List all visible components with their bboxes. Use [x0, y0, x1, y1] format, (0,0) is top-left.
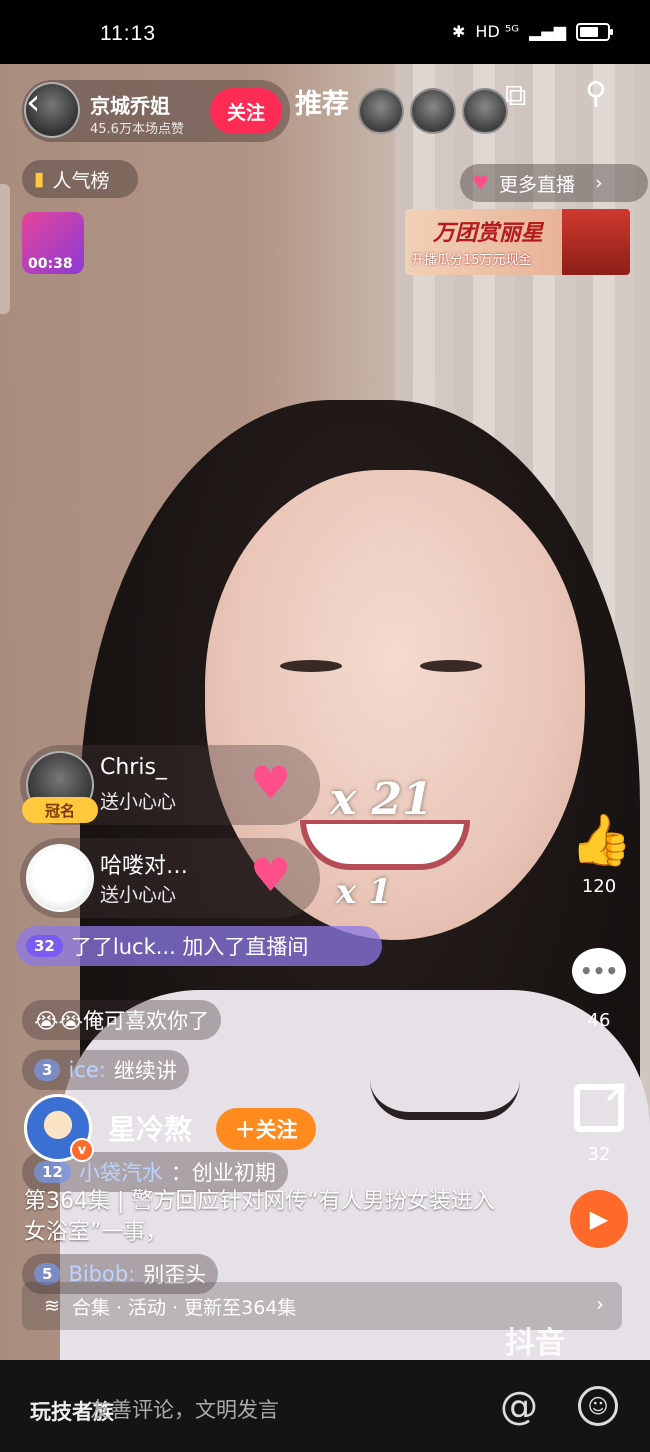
more-live-label: 更多直播	[499, 173, 576, 196]
search-icon[interactable]: ⚲	[585, 76, 607, 111]
heart-gift-icon: ♥	[250, 756, 292, 810]
follow-host-button[interactable]: 关注	[210, 88, 282, 134]
chat-text: 继续讲	[113, 1059, 177, 1083]
host-name[interactable]: 京城乔姐	[90, 90, 170, 119]
back-arrow-icon[interactable]: ‹	[26, 82, 40, 123]
viewer-avatar[interactable]	[410, 88, 456, 134]
douyin-watermark: 抖音	[505, 1326, 565, 1361]
like-count: 120	[581, 876, 617, 897]
comment-bubble-icon[interactable]: •••	[572, 948, 626, 994]
user-level-badge: 12	[34, 1161, 71, 1183]
comment-input[interactable]: 友善评论，文明发言	[90, 1394, 279, 1424]
share-icon[interactable]	[574, 1076, 628, 1132]
minimize-window-icon[interactable]: ⧉	[505, 78, 526, 113]
gift-timer: 00:38	[28, 256, 73, 272]
author-name[interactable]: 星冷熬	[108, 1108, 192, 1148]
gift-multiplier: x 21	[330, 774, 433, 825]
follow-author-button[interactable]: ＋关注	[216, 1108, 316, 1150]
heart-icon: ♥	[472, 172, 490, 194]
share-action[interactable]: 32	[570, 1076, 628, 1165]
clock: 11:13	[100, 22, 156, 45]
chat-username[interactable]: 小袋汽水	[79, 1157, 163, 1187]
status-icons: ✱ HD ⁵ᴳ ▂▄▆	[452, 22, 613, 41]
streamer-smile	[300, 820, 470, 870]
chevron-right-icon: ›	[596, 1292, 604, 1316]
comment-bar: 玩技者族 友善评论，文明发言 @ ☺	[0, 1360, 650, 1452]
tab-recommend[interactable]: 推荐	[295, 82, 349, 121]
user-level-badge: 3	[34, 1059, 61, 1081]
popularity-ranking[interactable]: ▮ 人气榜	[22, 160, 138, 198]
chat-text: 😭😭俺可喜欢你了	[34, 1009, 210, 1033]
layers-icon: ≋	[44, 1295, 60, 1317]
user-avatar[interactable]	[26, 844, 94, 912]
viewer-avatar[interactable]	[358, 88, 404, 134]
gift-action: 送小心心	[100, 791, 177, 813]
host-like-count: 45.6万本场点赞	[90, 122, 184, 137]
banner-subtitle: 开播瓜分15万元现金	[411, 253, 532, 268]
chat-message: 😭😭俺可喜欢你了	[22, 1000, 222, 1040]
thumbs-up-icon[interactable]: 👍	[570, 812, 632, 868]
chat-message: 3 ice: 继续讲	[22, 1050, 189, 1090]
viewer-avatar[interactable]	[462, 88, 508, 134]
event-banner[interactable]: 万团赏丽星 开播瓜分15万元现金	[405, 209, 630, 275]
side-drawer-handle[interactable]	[0, 184, 10, 314]
emoji-icon[interactable]: ☺	[578, 1386, 618, 1426]
share-count: 32	[587, 1144, 611, 1165]
ranking-label: 人气榜	[52, 169, 110, 192]
chevron-right-icon: ›	[595, 172, 603, 194]
gift-multiplier: x 1	[336, 872, 392, 912]
more-live-button[interactable]: ♥ 更多直播 ›	[460, 164, 648, 202]
gift-sender: Chris_	[100, 755, 167, 780]
like-action[interactable]: 👍 120	[570, 812, 632, 897]
banner-illustration	[562, 209, 630, 275]
right-eye	[420, 660, 482, 672]
join-notice: 32 了了luck... 加入了直播间	[16, 926, 382, 966]
comment-action[interactable]: ••• 46	[570, 948, 628, 1031]
bluetooth-icon: ✱	[452, 22, 466, 41]
heart-gift-icon: ♥	[250, 848, 292, 902]
signal-icon: ▂▄▆	[529, 22, 566, 41]
gift-sender: 哈喽对…	[100, 854, 189, 879]
live-record-icon[interactable]: ▶	[570, 1190, 628, 1248]
chat-text: ：创业初期	[170, 1161, 276, 1185]
shirt-collar	[370, 1080, 520, 1120]
comment-count: 46	[587, 1010, 611, 1031]
banner-title: 万团赏丽星	[433, 220, 544, 246]
gift-action: 送小心心	[100, 884, 177, 906]
verified-badge-icon: v	[70, 1138, 94, 1162]
status-bar: 11:13 ✱ HD ⁵ᴳ ▂▄▆	[0, 0, 650, 64]
sponsor-badge: 冠名	[22, 797, 98, 823]
collection-label: 合集 · 活动 · 更新至364集	[71, 1296, 297, 1319]
bar-chart-icon: ▮	[34, 168, 45, 190]
network-indicator: HD ⁵ᴳ	[475, 22, 520, 41]
chat-username[interactable]: ice:	[68, 1058, 105, 1082]
video-description[interactable]: 第364集 | 警方回应针对网传“有人男扮女装进入女浴室”一事，	[24, 1186, 514, 1248]
battery-icon	[576, 22, 613, 41]
mention-icon[interactable]: @	[500, 1384, 538, 1428]
left-eye	[280, 660, 342, 672]
join-text: 了了luck... 加入了直播间	[70, 935, 309, 959]
user-level-badge: 32	[26, 935, 63, 957]
